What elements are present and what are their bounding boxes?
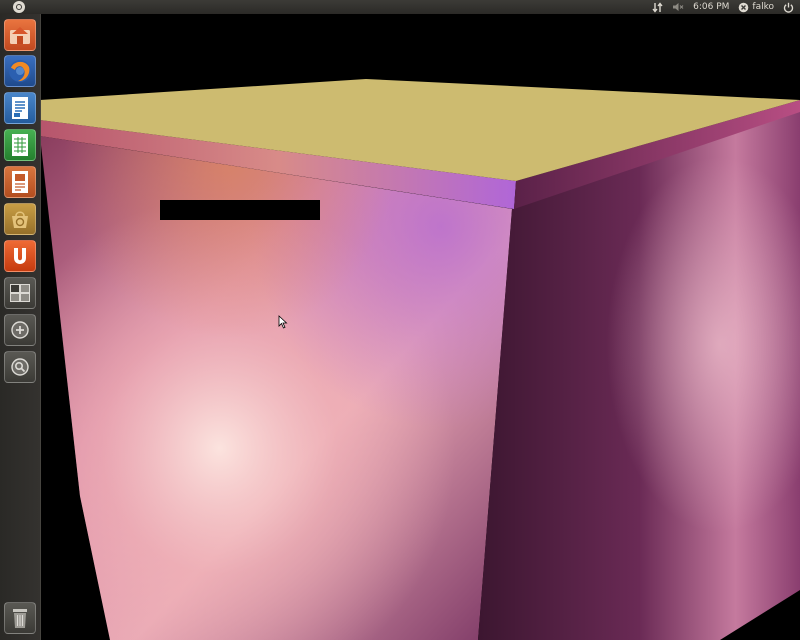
impress-icon[interactable]: [4, 166, 36, 198]
indicator-area: 6:06 PM falko: [652, 0, 794, 14]
calc-icon[interactable]: [4, 129, 36, 161]
sound-muted-icon[interactable]: [672, 0, 684, 14]
network-icon[interactable]: [652, 0, 663, 14]
user-menu[interactable]: falko: [738, 0, 774, 14]
clock[interactable]: 6:06 PM: [693, 0, 729, 14]
mouse-cursor-icon: [278, 315, 288, 329]
software-center-icon[interactable]: [4, 203, 36, 235]
launcher: [0, 14, 41, 640]
mail-icon: [739, 2, 749, 12]
top-panel: 6:06 PM falko: [0, 0, 800, 14]
files-lens-icon[interactable]: [4, 351, 36, 383]
workspace-switcher-icon[interactable]: [4, 277, 36, 309]
user-name: falko: [752, 2, 774, 12]
shutdown-icon[interactable]: [783, 0, 794, 14]
dash-home-button[interactable]: [13, 1, 25, 13]
writer-icon[interactable]: [4, 92, 36, 124]
desktop-cube: [40, 79, 800, 640]
black-bar: [160, 200, 320, 220]
applications-lens-icon[interactable]: [4, 314, 36, 346]
ubuntu-one-icon[interactable]: [4, 240, 36, 272]
home-folder-icon[interactable]: [4, 19, 36, 51]
firefox-icon[interactable]: [4, 55, 36, 87]
trash-icon[interactable]: [4, 602, 36, 634]
